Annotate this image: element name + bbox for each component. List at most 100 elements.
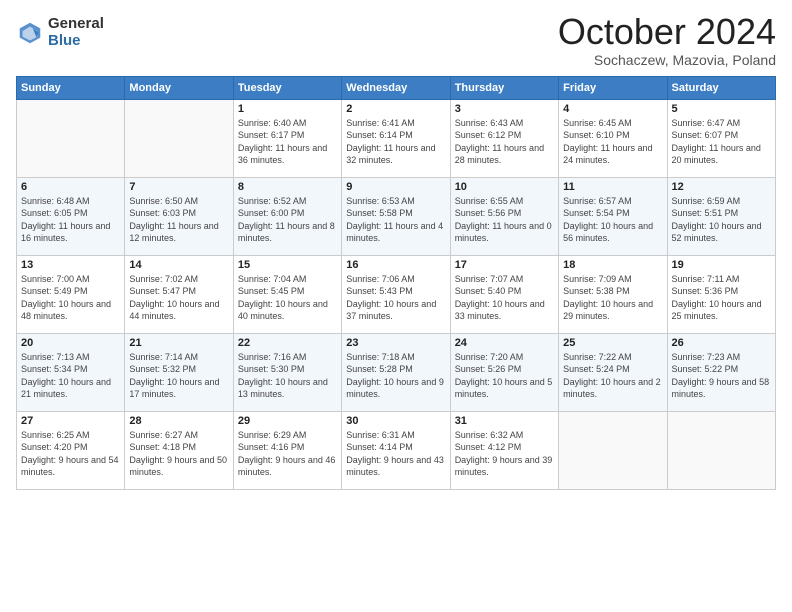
calendar-cell: 25 Sunrise: 7:22 AMSunset: 5:24 PMDaylig… <box>559 333 667 411</box>
calendar-cell: 10 Sunrise: 6:55 AMSunset: 5:56 PMDaylig… <box>450 177 558 255</box>
calendar-cell: 2 Sunrise: 6:41 AMSunset: 6:14 PMDayligh… <box>342 99 450 177</box>
day-number: 13 <box>21 259 120 271</box>
day-number: 16 <box>346 259 445 271</box>
col-friday: Friday <box>559 76 667 99</box>
day-info: Sunrise: 6:43 AMSunset: 6:12 PMDaylight:… <box>455 118 544 166</box>
calendar-week-4: 20 Sunrise: 7:13 AMSunset: 5:34 PMDaylig… <box>17 333 776 411</box>
calendar-cell: 24 Sunrise: 7:20 AMSunset: 5:26 PMDaylig… <box>450 333 558 411</box>
day-number: 30 <box>346 415 445 427</box>
day-info: Sunrise: 7:20 AMSunset: 5:26 PMDaylight:… <box>455 352 553 400</box>
col-tuesday: Tuesday <box>233 76 341 99</box>
calendar-cell: 29 Sunrise: 6:29 AMSunset: 4:16 PMDaylig… <box>233 411 341 489</box>
day-info: Sunrise: 6:57 AMSunset: 5:54 PMDaylight:… <box>563 196 653 244</box>
calendar-week-2: 6 Sunrise: 6:48 AMSunset: 6:05 PMDayligh… <box>17 177 776 255</box>
calendar-cell: 20 Sunrise: 7:13 AMSunset: 5:34 PMDaylig… <box>17 333 125 411</box>
col-thursday: Thursday <box>450 76 558 99</box>
day-number: 3 <box>455 103 554 115</box>
day-info: Sunrise: 7:06 AMSunset: 5:43 PMDaylight:… <box>346 274 436 322</box>
day-number: 31 <box>455 415 554 427</box>
calendar-cell: 9 Sunrise: 6:53 AMSunset: 5:58 PMDayligh… <box>342 177 450 255</box>
calendar-cell: 30 Sunrise: 6:31 AMSunset: 4:14 PMDaylig… <box>342 411 450 489</box>
day-number: 8 <box>238 181 337 193</box>
col-saturday: Saturday <box>667 76 775 99</box>
calendar-cell <box>559 411 667 489</box>
day-number: 25 <box>563 337 662 349</box>
calendar-cell: 26 Sunrise: 7:23 AMSunset: 5:22 PMDaylig… <box>667 333 775 411</box>
day-info: Sunrise: 7:16 AMSunset: 5:30 PMDaylight:… <box>238 352 328 400</box>
day-number: 18 <box>563 259 662 271</box>
calendar-cell <box>17 99 125 177</box>
day-number: 19 <box>672 259 771 271</box>
day-number: 26 <box>672 337 771 349</box>
day-number: 12 <box>672 181 771 193</box>
day-info: Sunrise: 6:45 AMSunset: 6:10 PMDaylight:… <box>563 118 652 166</box>
day-info: Sunrise: 6:53 AMSunset: 5:58 PMDaylight:… <box>346 196 443 244</box>
day-number: 9 <box>346 181 445 193</box>
day-info: Sunrise: 7:07 AMSunset: 5:40 PMDaylight:… <box>455 274 545 322</box>
day-number: 7 <box>129 181 228 193</box>
day-info: Sunrise: 6:55 AMSunset: 5:56 PMDaylight:… <box>455 196 552 244</box>
day-info: Sunrise: 6:32 AMSunset: 4:12 PMDaylight:… <box>455 430 553 478</box>
day-info: Sunrise: 6:59 AMSunset: 5:51 PMDaylight:… <box>672 196 762 244</box>
day-info: Sunrise: 7:14 AMSunset: 5:32 PMDaylight:… <box>129 352 219 400</box>
calendar-cell <box>667 411 775 489</box>
day-info: Sunrise: 6:29 AMSunset: 4:16 PMDaylight:… <box>238 430 336 478</box>
logo-blue: Blue <box>48 33 104 50</box>
day-info: Sunrise: 6:52 AMSunset: 6:00 PMDaylight:… <box>238 196 335 244</box>
day-info: Sunrise: 7:22 AMSunset: 5:24 PMDaylight:… <box>563 352 661 400</box>
day-number: 28 <box>129 415 228 427</box>
calendar-cell: 11 Sunrise: 6:57 AMSunset: 5:54 PMDaylig… <box>559 177 667 255</box>
day-number: 2 <box>346 103 445 115</box>
day-number: 6 <box>21 181 120 193</box>
day-number: 23 <box>346 337 445 349</box>
day-info: Sunrise: 6:48 AMSunset: 6:05 PMDaylight:… <box>21 196 110 244</box>
day-info: Sunrise: 7:18 AMSunset: 5:28 PMDaylight:… <box>346 352 444 400</box>
calendar-cell: 27 Sunrise: 6:25 AMSunset: 4:20 PMDaylig… <box>17 411 125 489</box>
calendar-cell: 13 Sunrise: 7:00 AMSunset: 5:49 PMDaylig… <box>17 255 125 333</box>
day-number: 5 <box>672 103 771 115</box>
calendar-cell: 16 Sunrise: 7:06 AMSunset: 5:43 PMDaylig… <box>342 255 450 333</box>
day-info: Sunrise: 7:11 AMSunset: 5:36 PMDaylight:… <box>672 274 762 322</box>
day-number: 17 <box>455 259 554 271</box>
day-info: Sunrise: 6:40 AMSunset: 6:17 PMDaylight:… <box>238 118 327 166</box>
day-info: Sunrise: 7:00 AMSunset: 5:49 PMDaylight:… <box>21 274 111 322</box>
day-number: 10 <box>455 181 554 193</box>
calendar-cell: 1 Sunrise: 6:40 AMSunset: 6:17 PMDayligh… <box>233 99 341 177</box>
month-title: October 2024 <box>558 12 776 52</box>
logo-text: General Blue <box>48 16 104 49</box>
day-info: Sunrise: 7:13 AMSunset: 5:34 PMDaylight:… <box>21 352 111 400</box>
day-info: Sunrise: 6:27 AMSunset: 4:18 PMDaylight:… <box>129 430 227 478</box>
calendar-cell: 31 Sunrise: 6:32 AMSunset: 4:12 PMDaylig… <box>450 411 558 489</box>
calendar-week-5: 27 Sunrise: 6:25 AMSunset: 4:20 PMDaylig… <box>17 411 776 489</box>
calendar-cell: 5 Sunrise: 6:47 AMSunset: 6:07 PMDayligh… <box>667 99 775 177</box>
day-info: Sunrise: 7:09 AMSunset: 5:38 PMDaylight:… <box>563 274 653 322</box>
day-number: 21 <box>129 337 228 349</box>
day-info: Sunrise: 7:02 AMSunset: 5:47 PMDaylight:… <box>129 274 219 322</box>
day-number: 20 <box>21 337 120 349</box>
calendar-week-3: 13 Sunrise: 7:00 AMSunset: 5:49 PMDaylig… <box>17 255 776 333</box>
calendar-cell: 23 Sunrise: 7:18 AMSunset: 5:28 PMDaylig… <box>342 333 450 411</box>
calendar-cell: 12 Sunrise: 6:59 AMSunset: 5:51 PMDaylig… <box>667 177 775 255</box>
day-number: 24 <box>455 337 554 349</box>
day-number: 11 <box>563 181 662 193</box>
logo-icon <box>16 19 44 47</box>
day-info: Sunrise: 7:23 AMSunset: 5:22 PMDaylight:… <box>672 352 770 400</box>
calendar-week-1: 1 Sunrise: 6:40 AMSunset: 6:17 PMDayligh… <box>17 99 776 177</box>
header: General Blue October 2024 Sochaczew, Maz… <box>16 12 776 68</box>
calendar-cell <box>125 99 233 177</box>
calendar-table: Sunday Monday Tuesday Wednesday Thursday… <box>16 76 776 490</box>
calendar-cell: 19 Sunrise: 7:11 AMSunset: 5:36 PMDaylig… <box>667 255 775 333</box>
day-info: Sunrise: 6:41 AMSunset: 6:14 PMDaylight:… <box>346 118 435 166</box>
location: Sochaczew, Mazovia, Poland <box>558 52 776 68</box>
day-number: 1 <box>238 103 337 115</box>
day-info: Sunrise: 6:47 AMSunset: 6:07 PMDaylight:… <box>672 118 761 166</box>
calendar-cell: 28 Sunrise: 6:27 AMSunset: 4:18 PMDaylig… <box>125 411 233 489</box>
calendar-cell: 18 Sunrise: 7:09 AMSunset: 5:38 PMDaylig… <box>559 255 667 333</box>
day-number: 22 <box>238 337 337 349</box>
day-number: 15 <box>238 259 337 271</box>
calendar-cell: 15 Sunrise: 7:04 AMSunset: 5:45 PMDaylig… <box>233 255 341 333</box>
day-info: Sunrise: 6:50 AMSunset: 6:03 PMDaylight:… <box>129 196 218 244</box>
calendar-cell: 21 Sunrise: 7:14 AMSunset: 5:32 PMDaylig… <box>125 333 233 411</box>
calendar-cell: 3 Sunrise: 6:43 AMSunset: 6:12 PMDayligh… <box>450 99 558 177</box>
calendar-cell: 8 Sunrise: 6:52 AMSunset: 6:00 PMDayligh… <box>233 177 341 255</box>
